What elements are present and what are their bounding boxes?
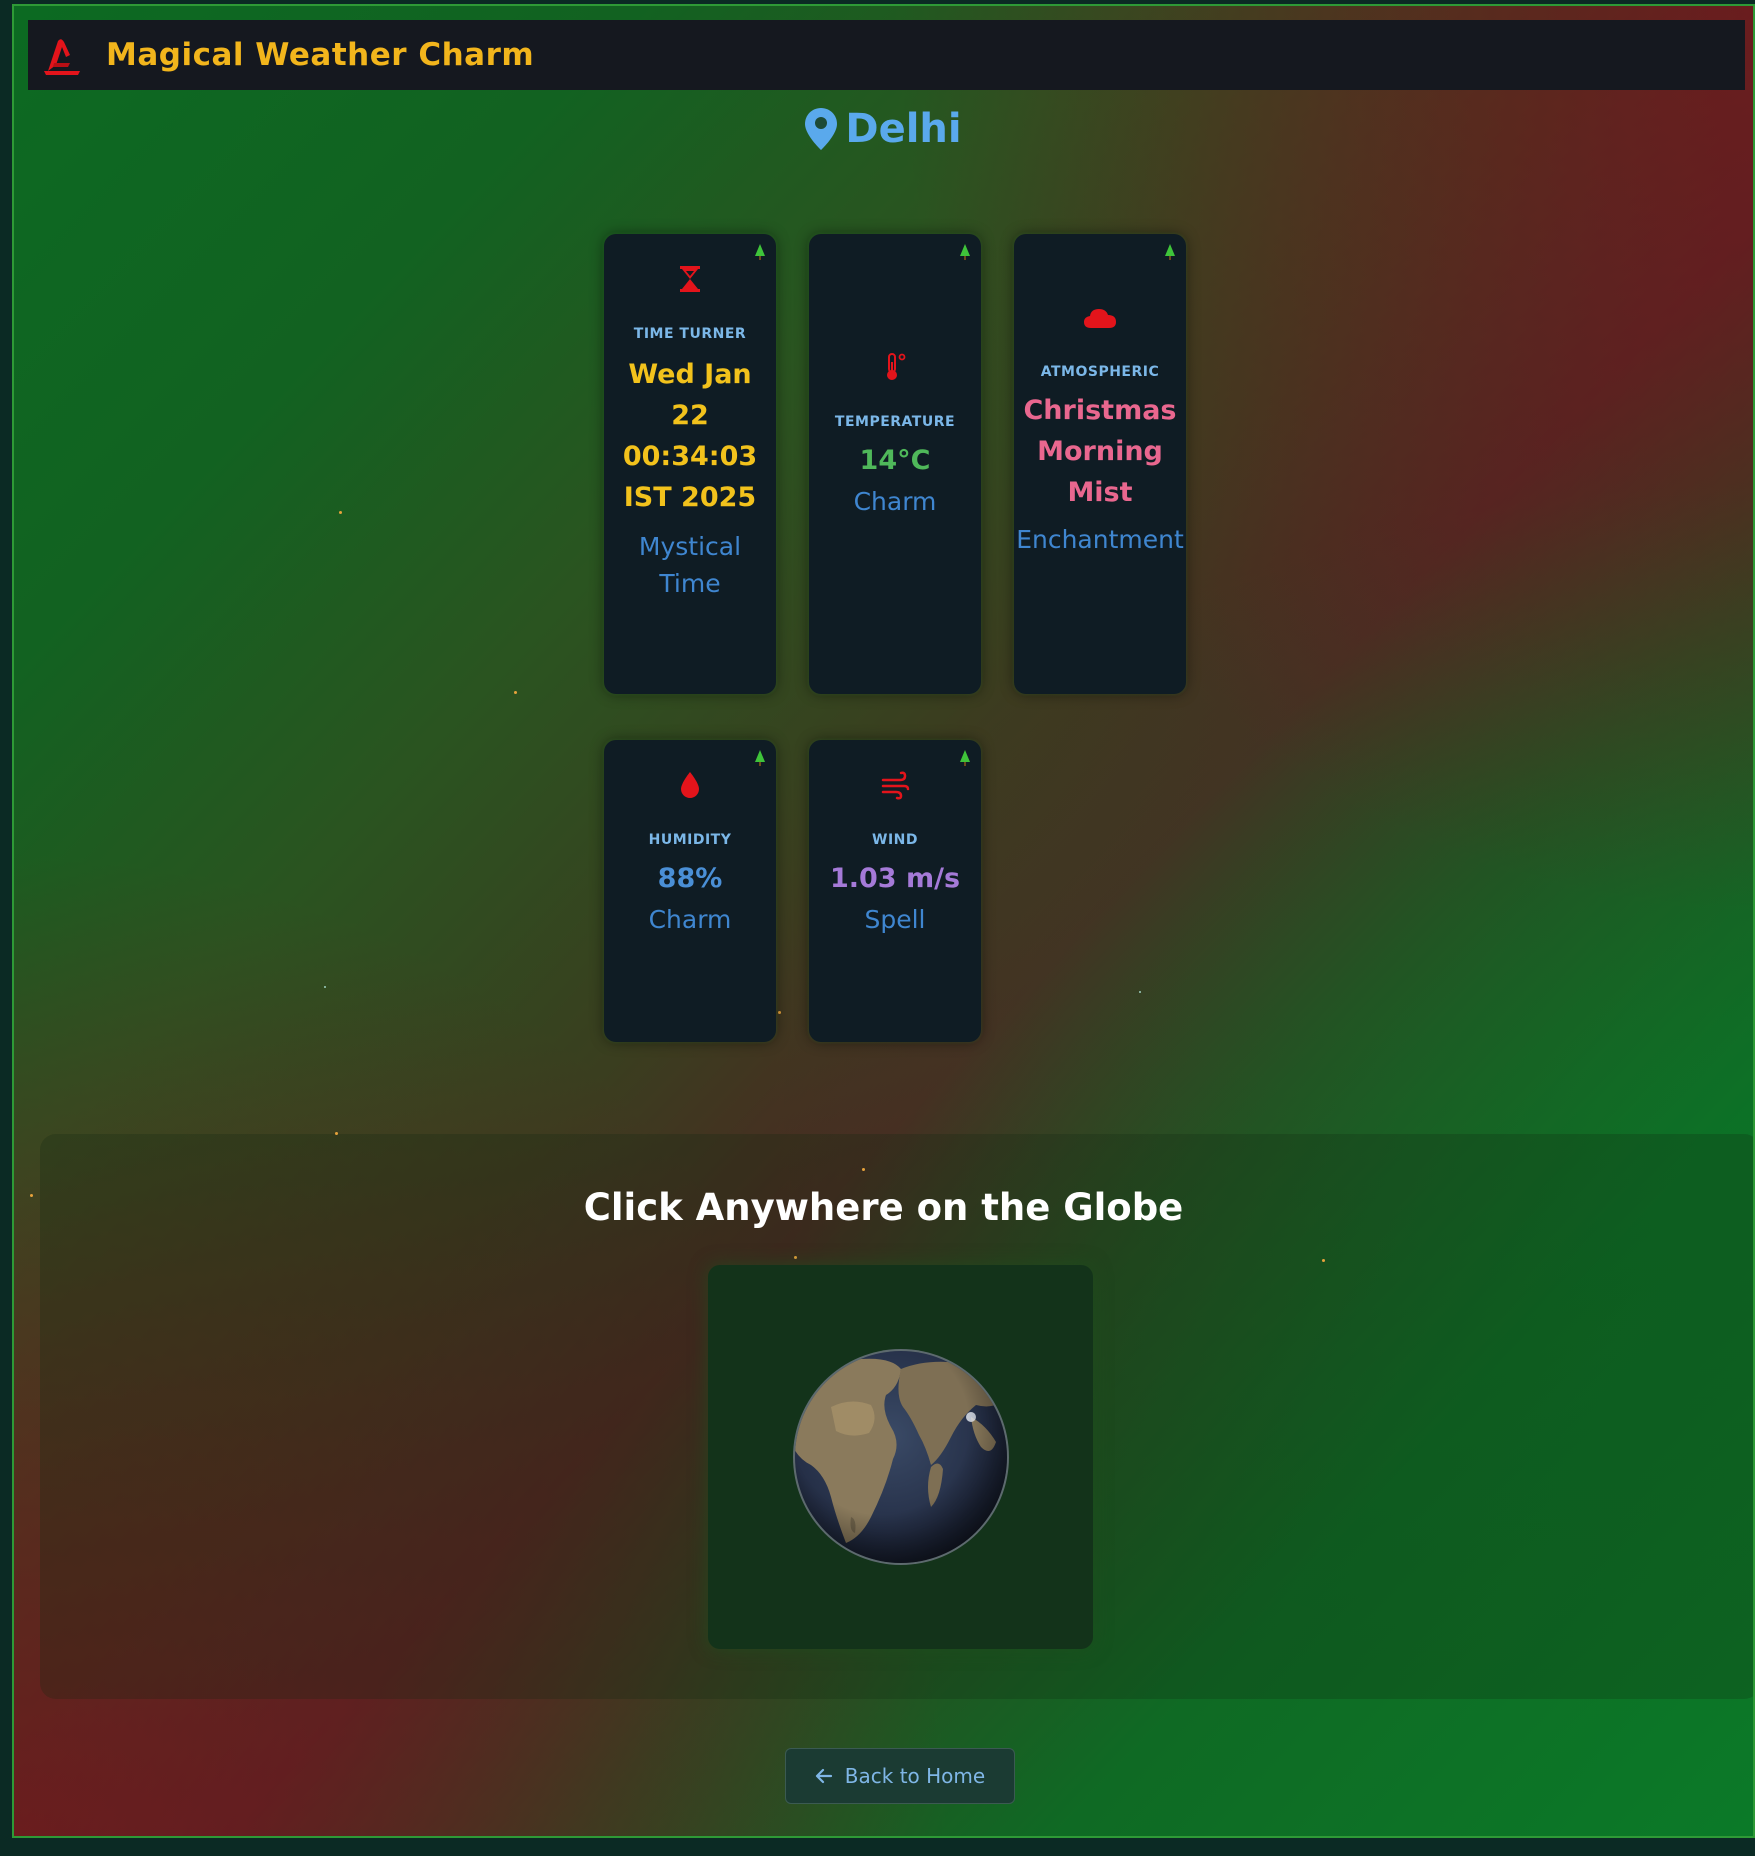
sparkle-decoration [1322, 1259, 1325, 1262]
humidity-card: HUMIDITY 88% Charm [604, 740, 776, 1042]
christmas-tree-icon [960, 750, 970, 766]
sparkle-decoration [862, 1168, 865, 1171]
card-value: Wed Jan 22 00:34:03 IST 2025 [623, 354, 757, 518]
card-sub: Enchantment [1016, 525, 1184, 554]
christmas-tree-icon [960, 244, 970, 260]
cloud-icon [1084, 309, 1116, 328]
sparkle-decoration [778, 1011, 781, 1014]
sparkle-decoration [1139, 991, 1141, 993]
christmas-tree-icon [1165, 244, 1175, 260]
arrow-left-icon [815, 1768, 832, 1784]
temperature-card: TEMPERATURE 14°C Charm [809, 234, 981, 694]
condition-line: Morning [1037, 436, 1163, 467]
card-value: 1.03 m/s [829, 863, 961, 894]
wind-card: WIND 1.03 m/s Spell [809, 740, 981, 1042]
card-label: TEMPERATURE [834, 414, 956, 430]
sub-line: Mystical [638, 532, 742, 561]
condition-line: Christmas [1023, 395, 1177, 426]
christmas-tree-icon [755, 244, 765, 260]
back-button-label: Back to Home [844, 1764, 986, 1788]
globe-section-title: Click Anywhere on the Globe [583, 1186, 1184, 1229]
sparkle-decoration [339, 511, 342, 514]
sparkle-decoration [514, 691, 517, 694]
sparkle-decoration [324, 986, 326, 988]
sparkle-decoration [794, 1256, 797, 1259]
card-sub: Charm [648, 905, 732, 934]
location-heading: Delhi [14, 106, 1753, 152]
card-label: ATMOSPHERIC [1040, 364, 1160, 380]
christmas-tree-icon [755, 750, 765, 766]
card-value: 14°C [859, 445, 931, 476]
thermometer-icon [887, 353, 906, 380]
time-line: 00:34:03 [622, 441, 758, 472]
card-label: WIND [872, 832, 918, 848]
card-label: TIME TURNER [633, 326, 747, 342]
card-sub: Mystical Time [639, 528, 741, 602]
sub-line: Time [659, 569, 721, 598]
app-frame: Magical Weather Charm Delhi TIME TURNER … [12, 4, 1755, 1838]
time-turner-card: TIME TURNER Wed Jan 22 00:34:03 IST 2025… [604, 234, 776, 694]
date-line: 22 [671, 400, 709, 431]
date-line: IST 2025 [623, 482, 757, 513]
wizard-hat-icon [44, 39, 80, 75]
city-name: Delhi [845, 106, 962, 152]
card-sub: Charm [853, 487, 937, 516]
date-line: Wed Jan [628, 359, 752, 390]
map-pin-icon [805, 108, 838, 150]
atmospheric-card: ATMOSPHERIC Christmas Morning Mist Encha… [1014, 234, 1186, 694]
globe-icon[interactable] [791, 1347, 1011, 1567]
app-header: Magical Weather Charm [28, 20, 1745, 90]
water-drop-icon [681, 772, 699, 798]
card-sub: Spell [864, 905, 926, 934]
card-label: HUMIDITY [648, 832, 732, 848]
app-title: Magical Weather Charm [106, 37, 535, 73]
wind-icon [881, 771, 910, 800]
hourglass-icon [680, 266, 700, 292]
card-value: Christmas Morning Mist [1023, 390, 1176, 513]
card-value: 88% [657, 863, 723, 894]
condition-line: Mist [1067, 477, 1133, 508]
back-to-home-button[interactable]: Back to Home [785, 1748, 1015, 1804]
globe-container[interactable] [708, 1265, 1093, 1649]
sparkle-decoration [335, 1132, 338, 1135]
